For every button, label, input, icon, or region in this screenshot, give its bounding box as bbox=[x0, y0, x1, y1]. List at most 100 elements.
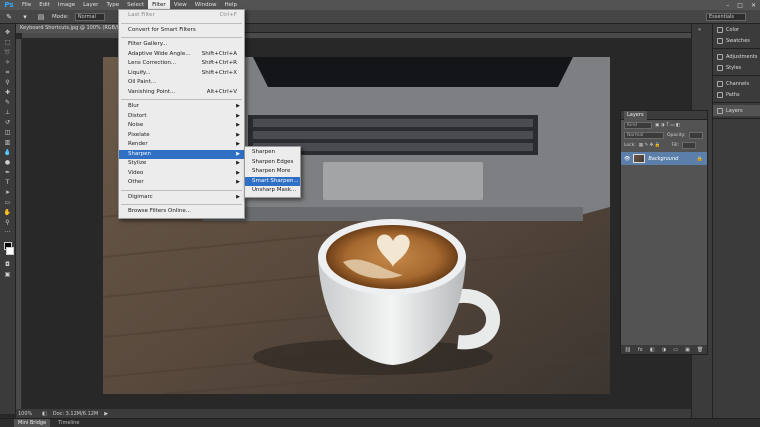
layer-name[interactable]: Background bbox=[648, 156, 678, 162]
filter-menu-item-pixelate[interactable]: Pixelate ▶ bbox=[119, 131, 244, 141]
lock-label: Lock: bbox=[624, 142, 636, 148]
sharpen-item-unsharp-mask[interactable]: Unsharp Mask... bbox=[245, 186, 300, 196]
minimize-icon[interactable]: – bbox=[726, 2, 729, 9]
sharpen-item-sharpen-edges[interactable]: Sharpen Edges bbox=[245, 158, 300, 168]
filter-menu-item-video[interactable]: Video ▶ bbox=[119, 169, 244, 179]
layers-footer-icon[interactable]: ◑ bbox=[662, 347, 666, 353]
bottom-tab-timeline[interactable]: Timeline bbox=[54, 419, 83, 427]
layers-footer-icon[interactable]: fx bbox=[638, 347, 643, 353]
menu-item-label: Adaptive Wide Angle... bbox=[128, 50, 191, 57]
zoom-level[interactable]: 100% bbox=[18, 411, 36, 417]
screen-mode-icon[interactable]: ▣ bbox=[2, 270, 13, 279]
layers-icon bbox=[717, 107, 723, 114]
path-select-tool-icon[interactable]: ➤ bbox=[2, 188, 13, 197]
sharpen-item-sharpen[interactable]: Sharpen bbox=[245, 148, 300, 158]
menu-edit[interactable]: Edit bbox=[35, 0, 54, 10]
menu-image[interactable]: Image bbox=[54, 0, 79, 10]
filter-menu-item-noise[interactable]: Noise ▶ bbox=[119, 121, 244, 131]
filter-menu-item-other[interactable]: Other ▶ bbox=[119, 178, 244, 188]
eraser-tool-icon[interactable]: ◫ bbox=[2, 128, 13, 137]
lock-icons[interactable]: ▦ ✎ ✥ 🔒 bbox=[639, 143, 661, 148]
pen-tool-icon[interactable]: ✒ bbox=[2, 168, 13, 177]
fill-field[interactable] bbox=[682, 141, 696, 149]
dock-color[interactable]: Color bbox=[713, 24, 760, 35]
eyedropper-tool-icon[interactable]: ⚲ bbox=[2, 78, 13, 87]
move-tool-icon[interactable]: ✥ bbox=[2, 28, 13, 37]
type-tool-icon[interactable]: T bbox=[2, 178, 13, 187]
layers-footer-icon[interactable]: ⛓ bbox=[625, 347, 631, 353]
background-color-swatch[interactable] bbox=[6, 247, 14, 255]
lasso-tool-icon[interactable]: ➰ bbox=[2, 48, 13, 57]
layers-tab[interactable]: Layers bbox=[624, 110, 647, 120]
status-menu-arrow-icon[interactable]: ▶ bbox=[104, 411, 108, 417]
zoom-tool-icon[interactable]: ⚲ bbox=[2, 218, 13, 227]
filter-icons[interactable]: ▣ ◑ T ▭ ◧ bbox=[655, 123, 680, 128]
dock-styles[interactable]: Styles bbox=[713, 62, 760, 73]
brush-panel-icon[interactable]: ▤ bbox=[36, 12, 46, 21]
brush-tool-icon[interactable]: ✎ bbox=[2, 98, 13, 107]
filter-menu-item-render[interactable]: Render ▶ bbox=[119, 140, 244, 150]
filter-menu-item-distort[interactable]: Distort ▶ bbox=[119, 112, 244, 122]
filter-menu-item-filter-gallery[interactable]: Filter Gallery... bbox=[119, 40, 244, 50]
menu-file[interactable]: File bbox=[18, 0, 35, 10]
workspace-select[interactable]: Essentials bbox=[706, 13, 746, 21]
quick-select-tool-icon[interactable]: ✧ bbox=[2, 58, 13, 67]
layers-footer-icon[interactable]: ▣ bbox=[685, 347, 690, 353]
crop-tool-icon[interactable]: ⌗ bbox=[2, 68, 13, 77]
opacity-field[interactable] bbox=[688, 131, 703, 139]
sharpen-item-smart-sharpen[interactable]: Smart Sharpen... bbox=[245, 176, 300, 187]
sharpen-item-sharpen-more[interactable]: Sharpen More bbox=[245, 167, 300, 177]
filter-menu-item-stylize[interactable]: Stylize ▶ bbox=[119, 159, 244, 169]
layer-thumbnail bbox=[633, 154, 646, 163]
gradient-tool-icon[interactable]: ▥ bbox=[2, 138, 13, 147]
close-icon[interactable]: ✕ bbox=[751, 2, 756, 9]
filter-menu-item-digimarc[interactable]: Digimarc ▶ bbox=[119, 193, 244, 203]
filter-menu-item-browse-filters-online[interactable]: Browse Filters Online... bbox=[119, 207, 244, 217]
layer-row-background[interactable]: 👁 Background 🔒 bbox=[621, 152, 707, 165]
marquee-tool-icon[interactable]: ⬚ bbox=[2, 38, 13, 47]
blend-mode-select[interactable]: Normal bbox=[624, 131, 664, 139]
filter-menu-item-adaptive-wide-angle[interactable]: Adaptive Wide Angle... Shift+Ctrl+A bbox=[119, 50, 244, 60]
bottom-tab-mini-bridge[interactable]: Mini Bridge bbox=[14, 419, 51, 427]
quick-mask-icon[interactable]: ◘ bbox=[2, 260, 13, 269]
filter-menu-item-vanishing-point[interactable]: Vanishing Point... Alt+Ctrl+V bbox=[119, 88, 244, 98]
dock-channels[interactable]: Channels bbox=[713, 78, 760, 89]
layers-panel: Layers Kind ▣ ◑ T ▭ ◧ Normal Opacity: Lo… bbox=[620, 110, 708, 355]
kind-filter-select[interactable]: Kind bbox=[624, 121, 652, 129]
maximize-icon[interactable]: □ bbox=[737, 2, 743, 9]
blur-tool-icon[interactable]: 💧 bbox=[2, 148, 13, 157]
filter-menu-item-convert-for-smart-filters[interactable]: Convert for Smart Filters bbox=[119, 26, 244, 36]
filter-menu-item-last-filter[interactable]: Last Filter Ctrl+F bbox=[119, 11, 244, 21]
opacity-label: Opacity: bbox=[667, 132, 686, 138]
menu-item-label: Liquify... bbox=[128, 69, 151, 76]
hand-tool-icon[interactable]: ✋ bbox=[2, 208, 13, 217]
history-brush-tool-icon[interactable]: ↺ bbox=[2, 118, 13, 127]
filter-menu-item-blur[interactable]: Blur ▶ bbox=[119, 102, 244, 112]
layers-footer-icon[interactable]: 🗑 bbox=[697, 347, 703, 353]
filter-menu-item-lens-correction[interactable]: Lens Correction... Shift+Ctrl+R bbox=[119, 59, 244, 69]
more-tools-icon[interactable]: ··· bbox=[2, 228, 13, 237]
status-icon[interactable]: ◧ bbox=[42, 411, 47, 417]
menu-layer[interactable]: Layer bbox=[79, 0, 102, 10]
paths-icon bbox=[717, 91, 723, 98]
styles-icon bbox=[717, 64, 723, 71]
brush-tool-icon[interactable]: ✎ bbox=[4, 12, 14, 21]
visibility-eye-icon[interactable]: 👁 bbox=[624, 156, 630, 162]
filter-menu-item-sharpen[interactable]: Sharpen ▶ bbox=[119, 149, 244, 159]
shape-tool-icon[interactable]: ▭ bbox=[2, 198, 13, 207]
mode-select[interactable]: Normal bbox=[74, 12, 105, 21]
layers-footer-icon[interactable]: ◧ bbox=[650, 347, 655, 353]
healing-brush-tool-icon[interactable]: ✚ bbox=[2, 88, 13, 97]
filter-menu-item-liquify[interactable]: Liquify... Shift+Ctrl+X bbox=[119, 69, 244, 79]
options-bar: ✎ ▾ ▤ Mode: Normal Essentials bbox=[0, 10, 760, 24]
dock-paths[interactable]: Paths bbox=[713, 89, 760, 100]
dodge-tool-icon[interactable]: ● bbox=[2, 158, 13, 167]
dock-swatches[interactable]: Swatches bbox=[713, 35, 760, 46]
layers-footer-icon[interactable]: ▭ bbox=[673, 347, 678, 353]
brush-preset-icon[interactable]: ▾ bbox=[20, 12, 30, 21]
dock-layers[interactable]: Layers bbox=[713, 105, 760, 116]
dock-adjustments[interactable]: Adjustments bbox=[713, 51, 760, 62]
dock-collapse-icon[interactable]: « bbox=[692, 24, 712, 35]
filter-menu-item-oil-paint[interactable]: Oil Paint... bbox=[119, 78, 244, 88]
clone-stamp-tool-icon[interactable]: ⊥ bbox=[2, 108, 13, 117]
